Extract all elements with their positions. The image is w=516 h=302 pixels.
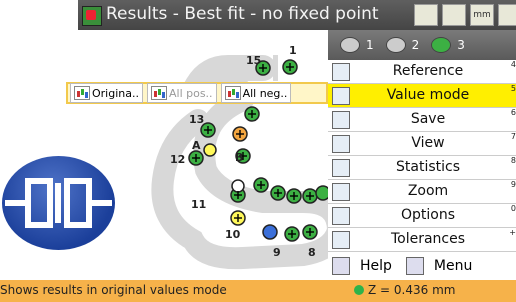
menu-item-shortcut: 6 <box>510 108 516 117</box>
value-mode-icon <box>332 87 350 105</box>
menu-item-label: Reference <box>392 63 464 79</box>
coupling-logo-icon[interactable] <box>2 156 115 250</box>
bar-icon[interactable] <box>442 4 466 26</box>
menu-item-shortcut: 8 <box>510 156 516 165</box>
all-positive-label: All pos.. <box>168 86 213 100</box>
z-value-label: Z = 0.436 mm <box>368 283 456 297</box>
plot-label-8: 8 <box>308 246 316 259</box>
chain-icon <box>340 37 360 53</box>
menu-item-label: Statistics <box>396 159 460 175</box>
menu-item-reference[interactable]: Reference 4 <box>328 60 516 84</box>
menu-item-tolerances[interactable]: Tolerances + <box>328 228 516 252</box>
plot-label-10: 10 <box>225 228 241 241</box>
tolerances-icon <box>332 231 350 249</box>
menu-bottom-bar: Help Menu <box>328 252 516 280</box>
menu-item-shortcut: 0 <box>510 204 516 213</box>
menu-item-shortcut: 9 <box>510 180 516 189</box>
menu-tabs: 1 2 3 <box>328 30 516 60</box>
status-bar: Shows results in original values mode Z … <box>0 280 516 302</box>
plot-label-13: 13 <box>189 113 205 126</box>
window-title: Results - Best fit - no fixed point <box>106 4 379 24</box>
plot-label-11: 11 <box>191 198 207 211</box>
mm-label-icon[interactable]: mm <box>470 4 494 26</box>
menu-item-shortcut: 7 <box>510 132 516 141</box>
menu-tab-3[interactable]: 3 <box>431 37 465 53</box>
all-positive-icon <box>150 86 167 100</box>
menu-item-statistics[interactable]: Statistics 8 <box>328 156 516 180</box>
side-menu: 1 2 3 Reference 4 Value mode 5 Save 6 Vi… <box>328 30 516 280</box>
value-mode-toolbar: Origina.. All pos.. All neg.. <box>66 82 328 104</box>
menu-item-options[interactable]: Options 0 <box>328 204 516 228</box>
all-positive-button[interactable]: All pos.. <box>146 83 217 103</box>
results-plot <box>151 55 350 270</box>
menu-item-shortcut: 4 <box>510 60 516 69</box>
reference-icon <box>332 63 350 81</box>
title-icons: mm <box>414 4 516 26</box>
plot-label-9: 9 <box>273 246 281 259</box>
menu-button[interactable]: Menu <box>434 258 472 274</box>
help-button[interactable]: Help <box>360 258 392 274</box>
all-negative-label: All neg.. <box>242 86 288 100</box>
menu-item-shortcut: + <box>509 228 516 237</box>
green-dot-icon <box>354 285 364 295</box>
menu-tab-2-label: 2 <box>411 38 420 52</box>
menu-item-shortcut: 5 <box>510 84 516 93</box>
menu-tab-1-label: 1 <box>366 38 374 52</box>
original-values-button[interactable]: Origina.. <box>70 83 143 103</box>
zoom-icon <box>332 183 350 201</box>
menu-tab-1[interactable]: 1 <box>340 37 374 53</box>
menu-item-view[interactable]: View 7 <box>328 132 516 156</box>
chart-icon[interactable] <box>414 4 438 26</box>
all-negative-button[interactable]: All neg.. <box>220 83 292 103</box>
coupling-symbol-icon <box>5 178 112 228</box>
original-values-icon <box>74 86 90 100</box>
menu-item-label: Tolerances <box>390 231 466 247</box>
menu-item-label: Value mode <box>386 87 470 103</box>
status-message: Shows results in original values mode <box>0 283 227 297</box>
app-icon <box>82 6 102 26</box>
statistics-icon <box>332 159 350 177</box>
menu-item-save[interactable]: Save 6 <box>328 108 516 132</box>
plot-label-1: 1 <box>289 44 297 57</box>
green-circle-icon <box>431 37 452 53</box>
status-z-value: Z = 0.436 mm <box>354 283 455 297</box>
menu-item-label: Options <box>400 207 456 223</box>
results-plot-area: 15 1 13 A B 12 11 10 9 8 <box>78 30 350 280</box>
title-bar: Results - Best fit - no fixed point mm <box>78 0 516 30</box>
menu-item-label: Zoom <box>407 183 449 199</box>
menu-tab-3-label: 3 <box>457 38 465 52</box>
plot-label-a: A <box>192 139 201 152</box>
plot-label-12: 12 <box>170 153 186 166</box>
all-negative-icon <box>224 86 241 100</box>
dial-icon[interactable] <box>498 4 516 26</box>
options-icon <box>332 207 350 225</box>
help-icon <box>332 257 350 275</box>
menu-item-zoom[interactable]: Zoom 9 <box>328 180 516 204</box>
menu-icon <box>405 257 424 275</box>
menu-item-label: View <box>411 135 445 151</box>
chain-icon <box>385 37 406 53</box>
plot-label-15: 15 <box>246 54 262 67</box>
menu-item-value-mode[interactable]: Value mode 5 <box>328 84 516 108</box>
menu-item-label: Save <box>410 111 446 127</box>
view-icon <box>332 135 350 153</box>
plot-label-b: B <box>235 151 244 164</box>
original-values-label: Origina.. <box>92 86 139 100</box>
menu-tab-2[interactable]: 2 <box>385 37 420 53</box>
save-icon <box>332 111 350 129</box>
